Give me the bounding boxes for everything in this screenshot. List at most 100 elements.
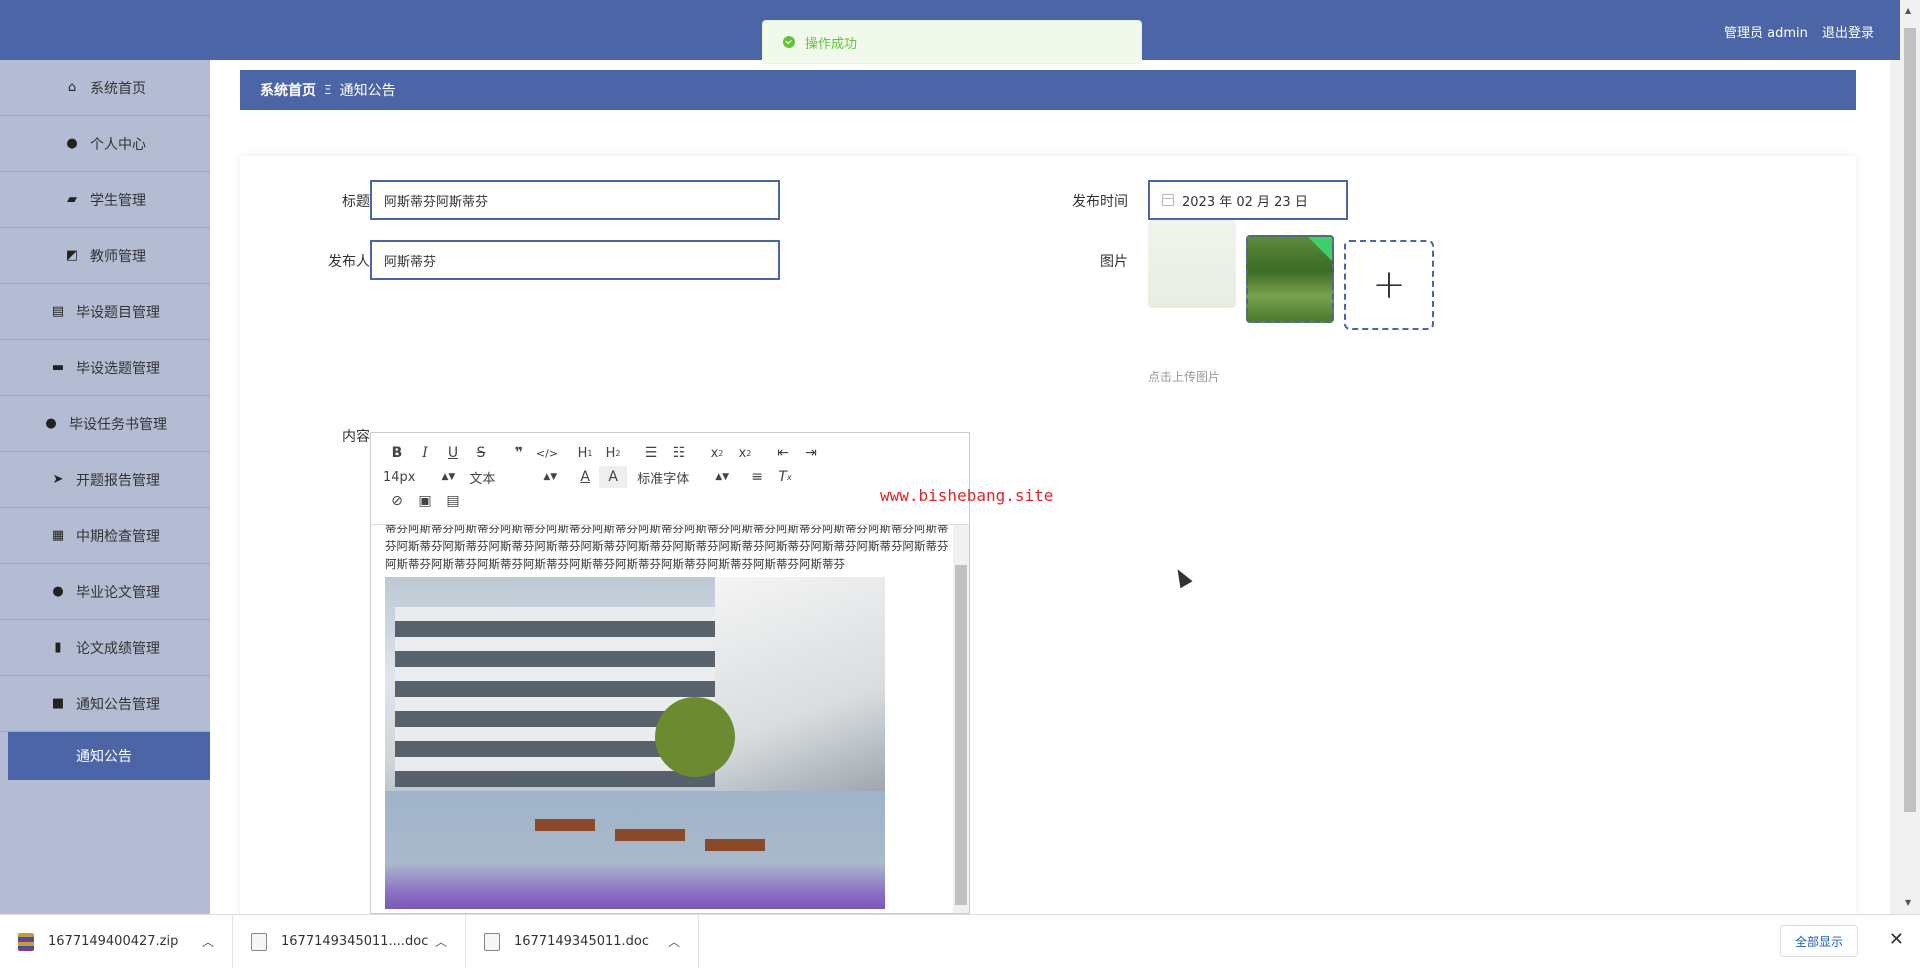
- scroll-up-icon[interactable]: ▲: [1905, 6, 1911, 15]
- sidebar-item-teachers[interactable]: ◩ 教师管理: [0, 228, 210, 284]
- sidebar-item-label: 学生管理: [90, 192, 146, 209]
- sidebar-item-profile[interactable]: ● 个人中心: [0, 116, 210, 172]
- paper-plane-icon: ➤: [52, 472, 64, 487]
- image-label: 图片: [1100, 254, 1128, 270]
- chevron-up-icon[interactable]: ︿: [435, 933, 447, 950]
- align-icon[interactable]: ≡: [743, 466, 771, 488]
- indent-icon[interactable]: ⇥: [797, 442, 825, 464]
- sidebar-item-notices[interactable]: ■ 通知公告管理: [0, 676, 210, 732]
- toast-message: 操作成功: [805, 36, 858, 52]
- time-label: 发布时间: [1072, 194, 1128, 210]
- embedded-image[interactable]: [385, 577, 885, 909]
- sidebar-subitem-label: 通知公告: [76, 749, 132, 765]
- date-picker[interactable]: 2023 年 02 月 23 日: [1148, 180, 1348, 220]
- breadcrumb-separator: Ξ: [324, 83, 332, 97]
- underline-icon[interactable]: U: [439, 442, 467, 464]
- code-icon[interactable]: </>: [533, 442, 561, 464]
- sidebar-item-midterm[interactable]: ▦ 中期检查管理: [0, 508, 210, 564]
- video-icon: ■: [51, 696, 65, 711]
- sidebar: ⌂ 系统首页 ● 个人中心 ▰ 学生管理 ◩ 教师管理 ▤ 毕设题目管理 ▬ 毕…: [0, 60, 210, 914]
- home-icon: ⌂: [67, 80, 77, 95]
- sidebar-item-home[interactable]: ⌂ 系统首页: [0, 60, 210, 116]
- image-upload-button[interactable]: +: [1344, 240, 1434, 330]
- publisher-label: 发布人: [328, 254, 370, 270]
- sidebar-item-thesis[interactable]: ● 毕业论文管理: [0, 564, 210, 620]
- download-item[interactable]: 1677149345011....doc ︿: [233, 914, 466, 968]
- clear-format-icon[interactable]: Tx: [771, 466, 799, 488]
- sidebar-item-proposal[interactable]: ➤ 开题报告管理: [0, 452, 210, 508]
- editor-scroll-thumb[interactable]: [955, 565, 967, 905]
- sidebar-item-students[interactable]: ▰ 学生管理: [0, 172, 210, 228]
- downloads-bar: 1677149400427.zip ︿ 1677149345011....doc…: [0, 914, 1920, 968]
- font-color-icon[interactable]: A: [571, 466, 599, 488]
- user-icon: ●: [52, 584, 64, 599]
- link-icon[interactable]: ⊘: [383, 490, 411, 512]
- user-role: 管理员 admin: [1723, 26, 1808, 41]
- title-value: 阿斯蒂芬阿斯蒂芬: [384, 194, 489, 210]
- chevron-up-icon[interactable]: ︿: [202, 933, 214, 950]
- sidebar-item-label: 教师管理: [90, 248, 146, 265]
- sidebar-item-topics[interactable]: ▤ 毕设题目管理: [0, 284, 210, 340]
- sidebar-item-label: 毕业论文管理: [76, 584, 160, 601]
- user-tie-icon: ●: [45, 416, 57, 431]
- title-label: 标题: [342, 194, 370, 210]
- strike-icon[interactable]: S: [467, 442, 495, 464]
- sidebar-item-label: 开题报告管理: [76, 472, 160, 489]
- uploaded-image-thumb[interactable]: [1148, 220, 1236, 308]
- download-filename: 1677149345011....doc: [281, 934, 429, 949]
- video-icon[interactable]: ▤: [439, 490, 467, 512]
- breadcrumb-current: 通知公告: [339, 83, 396, 99]
- editor-toolbar: B I U S ❞ </> H1 H2 ☰ ☷ x2 x2 ⇤ ⇥ 14px ▲…: [371, 433, 969, 525]
- image-icon[interactable]: ▣: [411, 490, 439, 512]
- font-family-value: 标准字体: [637, 471, 690, 487]
- font-size-select[interactable]: 14px ▲▼: [383, 470, 455, 485]
- page-scroll-thumb[interactable]: [1904, 28, 1916, 812]
- superscript-icon[interactable]: x2: [731, 442, 759, 464]
- bullet-list-icon[interactable]: ☷: [665, 442, 693, 464]
- briefcase-icon: ▬: [51, 360, 65, 375]
- select-arrows-icon: ▲▼: [715, 472, 730, 482]
- block-type-value: 文本: [469, 471, 496, 487]
- sidebar-item-label: 论文成绩管理: [76, 640, 160, 657]
- breadcrumb-home[interactable]: 系统首页: [260, 80, 316, 100]
- page-scrollbar[interactable]: ▲ ▼: [1900, 0, 1920, 914]
- sidebar-item-topic-selection[interactable]: ▬ 毕设选题管理: [0, 340, 210, 396]
- blockquote-icon[interactable]: ❞: [505, 442, 533, 464]
- doc-file-icon: [484, 932, 500, 951]
- chevron-up-icon[interactable]: ︿: [668, 933, 680, 950]
- select-arrows-icon: ▲▼: [543, 472, 558, 482]
- grid-icon: ▦: [51, 528, 65, 543]
- book-icon: ▮: [54, 640, 62, 655]
- sidebar-subitem-notice[interactable]: 通知公告: [8, 732, 210, 780]
- sidebar-item-task-book[interactable]: ● 毕设任务书管理: [0, 396, 210, 452]
- user-area: 管理员 admin 退出登录: [1724, 22, 1874, 41]
- subscript-icon[interactable]: x2: [703, 442, 731, 464]
- show-all-button[interactable]: 全部显示: [1779, 925, 1858, 957]
- background-color-icon[interactable]: A: [599, 466, 628, 488]
- uploaded-image-thumb[interactable]: [1246, 235, 1334, 323]
- italic-icon[interactable]: I: [411, 442, 439, 464]
- heading2-icon[interactable]: H2: [599, 442, 627, 464]
- ordered-list-icon[interactable]: ☰: [637, 442, 665, 464]
- bold-icon[interactable]: B: [383, 442, 411, 464]
- publisher-input[interactable]: 阿斯蒂芬: [370, 240, 780, 280]
- calendar-icon: [1162, 194, 1174, 206]
- sidebar-item-label: 个人中心: [90, 136, 146, 153]
- outdent-icon[interactable]: ⇤: [769, 442, 797, 464]
- date-value: 2023 年 02 月 23 日: [1182, 194, 1308, 210]
- editor-content[interactable]: 蒂芬阿斯蒂芬阿斯蒂芬阿斯蒂芬阿斯蒂芬阿斯蒂芬阿斯蒂芬阿斯蒂芬阿斯蒂芬阿斯蒂芬阿斯…: [385, 525, 951, 909]
- sidebar-item-label: 毕设选题管理: [76, 360, 160, 377]
- logout-link[interactable]: 退出登录: [1822, 26, 1874, 41]
- scroll-down-icon[interactable]: ▼: [1905, 898, 1911, 907]
- download-item[interactable]: 1677149345011.doc ︿: [466, 914, 699, 968]
- download-item[interactable]: 1677149400427.zip ︿: [0, 914, 233, 968]
- font-family-select[interactable]: 标准字体 ▲▼: [637, 468, 729, 487]
- heading1-icon[interactable]: H1: [571, 442, 599, 464]
- block-type-select[interactable]: 文本 ▲▼: [469, 468, 557, 487]
- editor-scrollbar[interactable]: [953, 525, 969, 913]
- close-icon[interactable]: ✕: [1889, 929, 1904, 950]
- sidebar-item-grades[interactable]: ▮ 论文成绩管理: [0, 620, 210, 676]
- breadcrumb: 系统首页 Ξ 通知公告: [240, 70, 1856, 110]
- success-icon: [783, 36, 795, 48]
- title-input[interactable]: 阿斯蒂芬阿斯蒂芬: [370, 180, 780, 220]
